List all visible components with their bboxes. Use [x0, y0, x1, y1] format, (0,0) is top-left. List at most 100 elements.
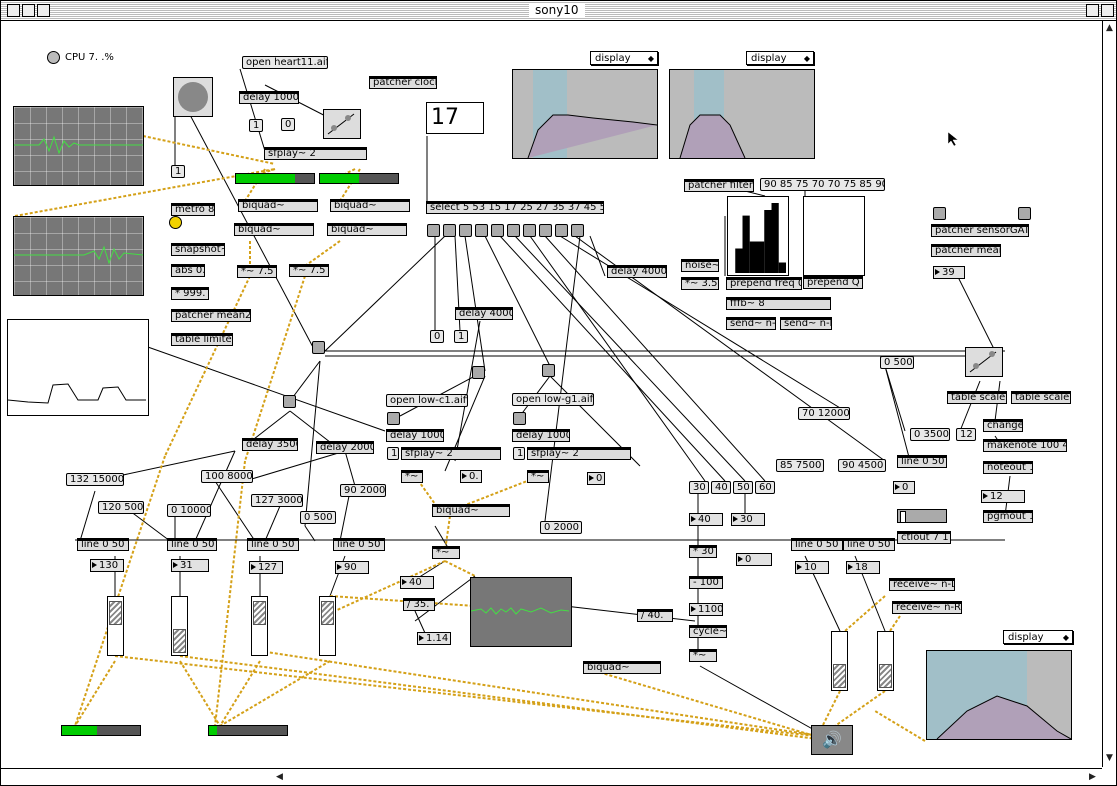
object-box-o38[interactable]: table scale1 [947, 391, 1007, 404]
display-popup-2[interactable]: display [746, 51, 814, 65]
object-box-o18[interactable]: patcher mean20 [171, 309, 251, 322]
number-box-o64[interactable]: 0 [587, 472, 605, 485]
message-box-o37[interactable]: 0 500 [880, 356, 914, 369]
bang-large[interactable] [173, 77, 213, 117]
object-box-o35[interactable]: patcher mean [931, 244, 1001, 257]
object-box-o31[interactable]: fffb~ 8 [726, 297, 831, 310]
gain-fader-3[interactable] [251, 596, 268, 656]
object-box-o60[interactable]: sfplay~ 2 [527, 447, 631, 460]
scroll-down-icon[interactable]: ▼ [1106, 753, 1113, 763]
scroll-up-icon[interactable]: ▲ [1106, 23, 1113, 33]
object-box-o14[interactable]: *~ 7.5 [237, 265, 277, 278]
select-bang-8[interactable] [539, 224, 552, 237]
number-box-o92[interactable]: 10 [795, 561, 829, 574]
message-box-o71[interactable]: 127 3000 [251, 494, 303, 507]
multislider-freq[interactable] [727, 196, 789, 276]
led-toggle[interactable] [169, 216, 182, 229]
zoom-icon[interactable] [1086, 4, 1099, 17]
filter-graph-3[interactable] [926, 650, 1072, 740]
message-box-o24[interactable]: 1 [454, 330, 468, 343]
object-box-o96[interactable]: / 35. [403, 598, 435, 611]
object-box-o28[interactable]: *~ 3.5 [681, 277, 719, 290]
object-box-o33[interactable]: send~ n-R [780, 317, 832, 330]
matrix-switch-2[interactable] [965, 347, 1003, 377]
number-box-o97[interactable]: 1.14 [417, 632, 451, 645]
message-box-o73[interactable]: 0 500 [300, 511, 336, 524]
number-box-o99[interactable]: 0 [736, 553, 772, 566]
message-box-o59[interactable]: 1 [513, 447, 525, 460]
title-bar[interactable]: sony10 [1, 1, 1116, 21]
object-box-o55[interactable]: delay 1000 [386, 429, 444, 442]
gain-fader-1[interactable] [107, 596, 124, 656]
number-box-o89[interactable]: 31 [171, 559, 209, 572]
object-box-o107[interactable]: receive~ n-R [892, 601, 962, 614]
object-box-o104[interactable]: / 40. [637, 609, 673, 622]
message-box-o69[interactable]: 120 500 [98, 501, 144, 514]
message-box-o70[interactable]: 0 10000 [167, 504, 211, 517]
matrix-switch-1[interactable] [323, 109, 361, 139]
object-box-o85[interactable]: line 0 50 [333, 538, 385, 551]
object-box-o20[interactable]: select 5 53 15 17 25 27 35 37 45 55 [426, 201, 604, 214]
gain-fader-6[interactable] [877, 631, 894, 691]
message-box-o76[interactable]: 30 [689, 481, 709, 494]
bang-3[interactable] [472, 366, 485, 379]
select-bang-10[interactable] [571, 224, 584, 237]
object-box-o98[interactable]: * 30 [689, 545, 717, 558]
object-box-o19[interactable]: table limiter [171, 333, 233, 346]
vertical-scrollbar[interactable]: ▲ ▼ [1102, 21, 1116, 767]
message-box-o5[interactable]: 0 [281, 118, 295, 131]
object-box-o17[interactable]: * 999. [171, 287, 209, 300]
object-box-o22[interactable]: delay 4000 [455, 307, 513, 320]
object-box-o9[interactable]: biquad~ [238, 199, 318, 212]
object-box-o87[interactable]: line 0 50 [843, 538, 895, 551]
gain-fader-4[interactable] [319, 596, 336, 656]
object-box-o27[interactable]: noise~ [681, 259, 719, 272]
object-box-o8[interactable]: metro 8 [171, 203, 215, 216]
object-box-o30[interactable]: prepend Q 0 [803, 276, 863, 289]
object-box-o56[interactable]: delay 1000 [512, 429, 570, 442]
collapse-box-icon[interactable] [37, 4, 50, 17]
sensor-bang-1[interactable] [933, 207, 946, 220]
object-box-o3[interactable]: delay 1000 [239, 91, 299, 104]
patcher-canvas[interactable]: CPU 7. .% 17 display display display [5, 21, 1100, 767]
object-box-o63[interactable]: *~ [527, 470, 549, 483]
ctl-slider[interactable] [897, 509, 947, 523]
message-box-o45[interactable]: 0 3500 [910, 428, 950, 441]
message-box-o72[interactable]: 90 2000 [340, 484, 386, 497]
object-box-o32[interactable]: send~ n-L [726, 317, 776, 330]
object-box-o94[interactable]: *~ [432, 546, 460, 559]
object-box-o84[interactable]: line 0 50 [247, 538, 299, 551]
object-box-o44[interactable]: pgmout 1 [983, 510, 1033, 523]
object-box-o47[interactable]: line 0 50 [897, 455, 947, 468]
message-box-o23[interactable]: 0 [430, 330, 444, 343]
object-box-o86[interactable]: line 0 50 [791, 538, 843, 551]
object-box-o10[interactable]: biquad~ [330, 199, 410, 212]
number-box-o95[interactable]: 40 [400, 576, 434, 589]
message-box-o4[interactable]: 1 [249, 119, 263, 132]
select-bang-5[interactable] [491, 224, 504, 237]
message-box-o51[interactable]: 85 7500 [776, 459, 824, 472]
message-box-o1[interactable]: open heart11.aiff [242, 56, 328, 69]
sensor-bang-2[interactable] [1018, 207, 1031, 220]
select-bang-3[interactable] [459, 224, 472, 237]
object-box-o15[interactable]: *~ 7.5 [289, 264, 329, 277]
display-popup-3[interactable]: display [1003, 630, 1073, 644]
scroll-left-icon[interactable]: ◀ [276, 772, 283, 782]
object-box-o82[interactable]: line 0 50 [77, 538, 129, 551]
object-box-o13[interactable]: snapshot~ [171, 243, 225, 256]
object-box-o41[interactable]: makenote 100 40 [983, 439, 1067, 452]
gain-fader-5[interactable] [831, 631, 848, 691]
object-box-o103[interactable]: *~ [689, 649, 717, 662]
bang-4[interactable] [542, 364, 555, 377]
filter-graph-2[interactable] [669, 69, 815, 159]
message-box-o50[interactable]: 70 12000 [798, 407, 850, 420]
object-box-o11[interactable]: biquad~ [234, 223, 314, 236]
zoom-box-icon[interactable] [22, 4, 35, 17]
object-box-o66[interactable]: delay 2000 [316, 441, 374, 454]
dac-speaker-button[interactable]: 🔊 [811, 725, 853, 755]
number-box-o36[interactable]: 39 [933, 266, 965, 279]
message-box-o7[interactable]: 1 [171, 165, 185, 178]
bang-6[interactable] [513, 412, 526, 425]
number-box-o80[interactable]: 40 [689, 513, 723, 526]
message-box-o79[interactable]: 60 [755, 481, 775, 494]
